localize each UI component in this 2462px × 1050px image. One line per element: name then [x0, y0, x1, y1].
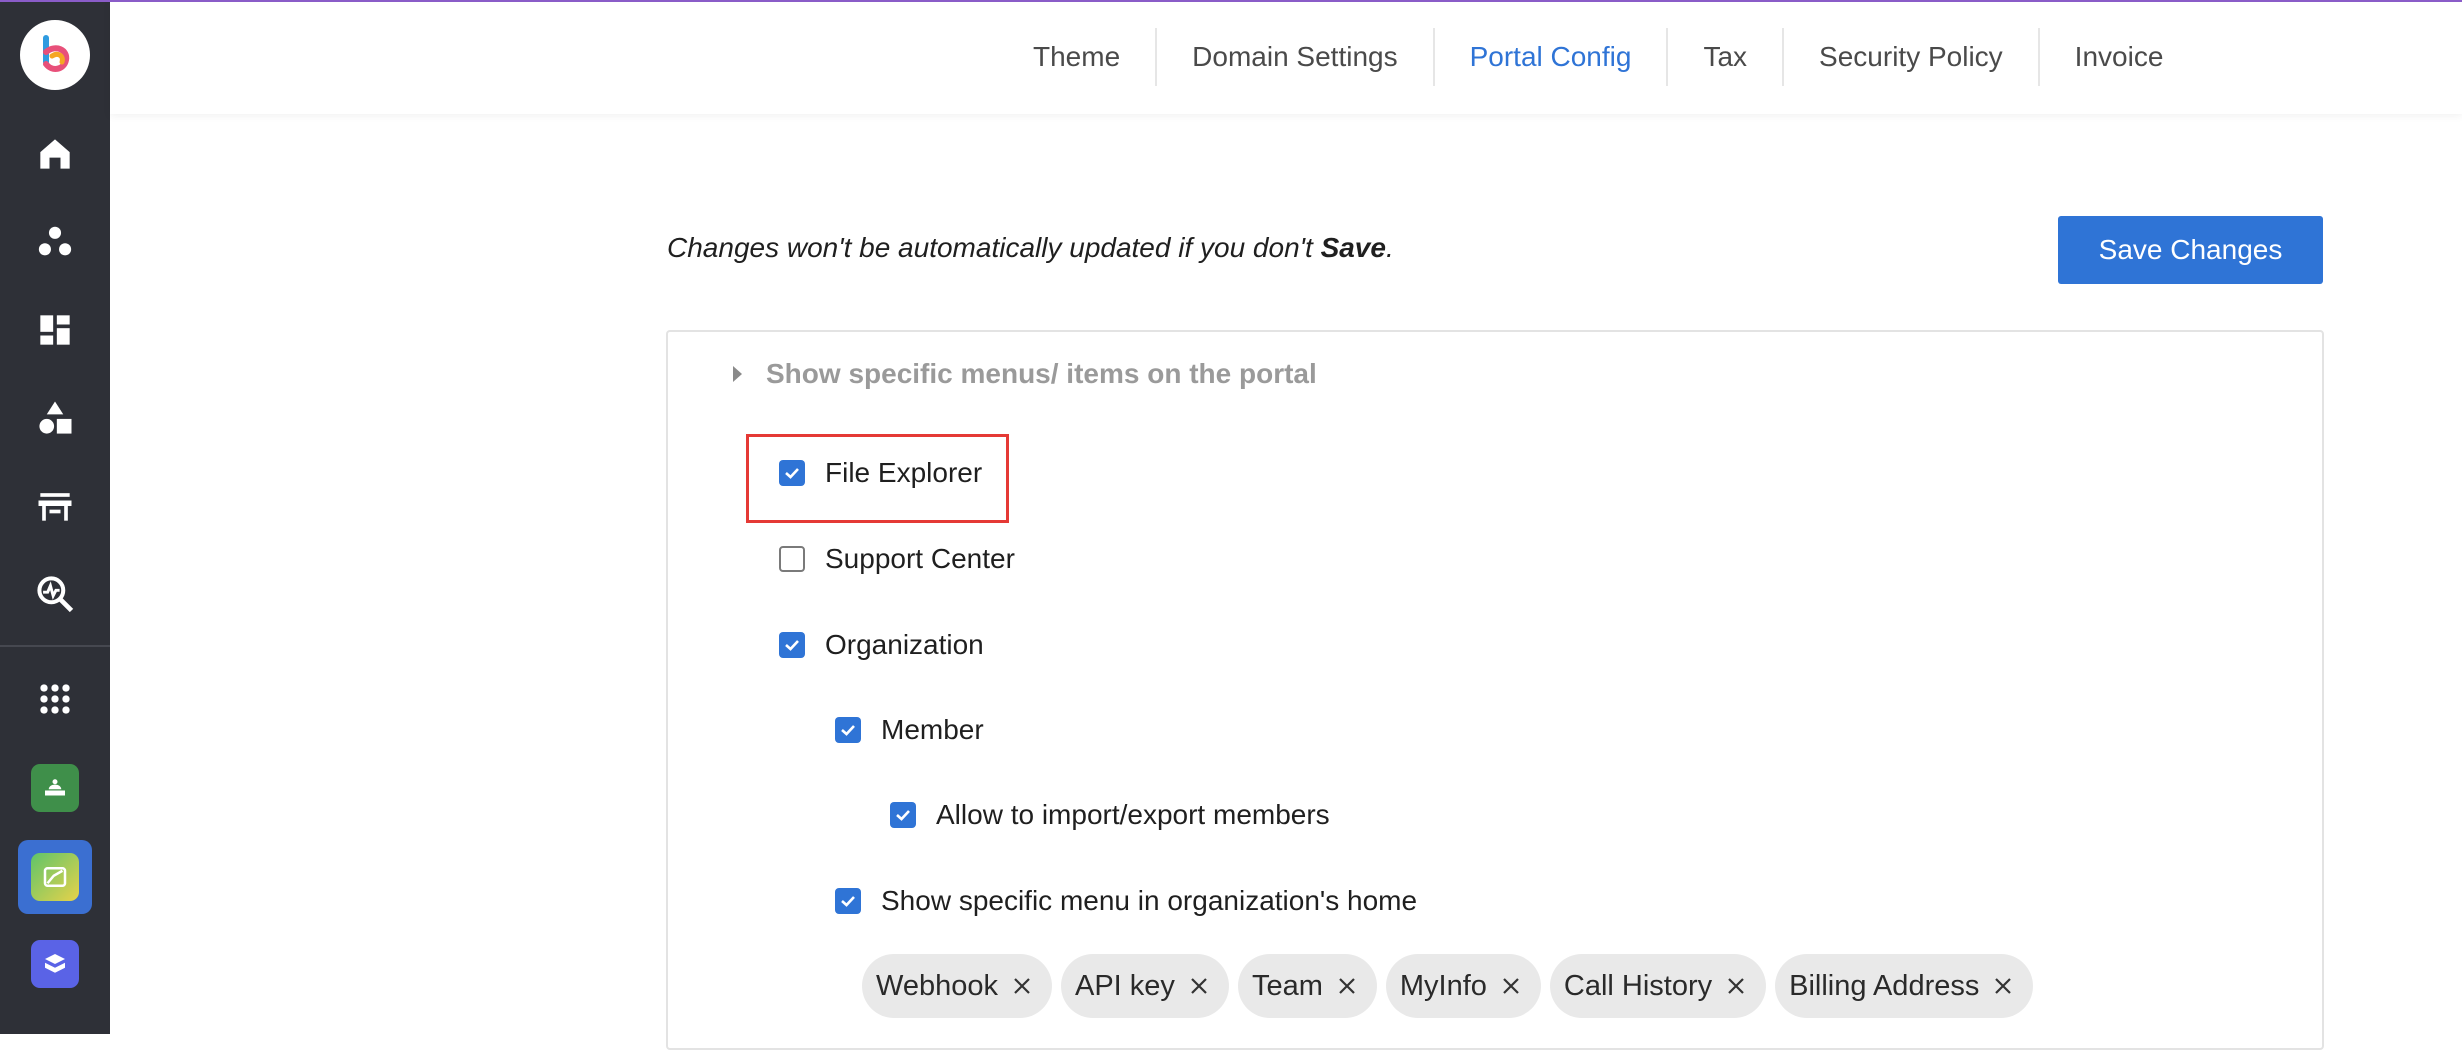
chip-team: Team [1237, 954, 1377, 1018]
chip-api-key: API key [1061, 954, 1229, 1018]
chip-label: MyInfo [1399, 969, 1487, 1002]
top-tab-bar: Theme Domain Settings Portal Config Tax … [110, 0, 2462, 114]
member-label: Member [881, 714, 984, 745]
org-home-menu-checkbox[interactable] [835, 888, 861, 914]
close-icon[interactable] [1991, 974, 2015, 998]
option-file-explorer[interactable]: File Explorer [779, 457, 982, 489]
tab-theme[interactable]: Theme [998, 28, 1155, 86]
chip-label: Billing Address [1789, 969, 1980, 1002]
close-icon[interactable] [1724, 974, 1748, 998]
image-app-icon[interactable] [31, 853, 79, 901]
chip-billing-address: Billing Address [1775, 954, 2034, 1018]
import-export-label: Allow to import/export members [936, 799, 1330, 830]
caret-right-icon [733, 366, 742, 382]
org-home-menu-label: Show specific menu in organization's hom… [881, 885, 1418, 916]
settings-tabs: Theme Domain Settings Portal Config Tax … [998, 28, 2198, 86]
apps-grid-icon[interactable] [25, 669, 85, 729]
tab-domain-settings[interactable]: Domain Settings [1155, 28, 1432, 86]
logo-icon [43, 35, 70, 72]
note-prefix: Changes won't be automatically updated i… [667, 232, 1321, 263]
member-checkbox[interactable] [835, 717, 861, 743]
close-icon[interactable] [1335, 974, 1359, 998]
top-accent-line [0, 0, 2462, 2]
chip-label: Team [1251, 969, 1323, 1002]
option-import-export-members[interactable]: Allow to import/export members [890, 799, 1330, 831]
dashboard-icon[interactable] [25, 300, 85, 360]
organization-label: Organization [825, 629, 984, 660]
chip-label: Call History [1563, 969, 1713, 1002]
save-reminder-note: Changes won't be automatically updated i… [667, 232, 1394, 264]
chip-webhook: Webhook [862, 954, 1052, 1018]
box-app-icon[interactable] [31, 940, 79, 988]
file-explorer-checkbox[interactable] [779, 460, 805, 486]
option-organization[interactable]: Organization [779, 629, 984, 661]
file-explorer-label: File Explorer [825, 457, 983, 488]
option-org-home-menu[interactable]: Show specific menu in organization's hom… [835, 885, 1417, 917]
save-changes-button[interactable]: Save Changes [2058, 216, 2323, 284]
option-member[interactable]: Member [835, 714, 984, 746]
shapes-icon[interactable] [25, 388, 85, 448]
note-save-word: Save [1320, 232, 1386, 263]
section-title: Show specific menus/ items on the portal [766, 358, 1317, 389]
brand-logo[interactable] [20, 20, 90, 90]
analytics-search-icon[interactable] [25, 564, 85, 624]
tab-portal-config[interactable]: Portal Config [1432, 28, 1667, 86]
chip-call-history: Call History [1549, 954, 1767, 1018]
chip-label: API key [1075, 969, 1175, 1002]
home-icon[interactable] [25, 124, 85, 184]
import-export-checkbox[interactable] [890, 802, 916, 828]
menu-visibility-section-toggle[interactable]: Show specific menus/ items on the portal [733, 358, 1317, 390]
close-icon[interactable] [1010, 974, 1034, 998]
support-center-label: Support Center [825, 543, 1015, 574]
store-icon[interactable] [25, 476, 85, 536]
close-icon[interactable] [1187, 974, 1211, 998]
tab-invoice[interactable]: Invoice [2037, 28, 2199, 86]
support-center-checkbox[interactable] [779, 546, 805, 572]
chip-label: Webhook [876, 969, 998, 1002]
groups-icon[interactable] [25, 212, 85, 272]
sidebar [0, 0, 110, 1034]
organization-checkbox[interactable] [779, 632, 805, 658]
option-support-center[interactable]: Support Center [779, 543, 1015, 575]
close-icon[interactable] [1499, 974, 1523, 998]
chip-myinfo: MyInfo [1385, 954, 1541, 1018]
sidebar-divider [0, 645, 110, 647]
selected-menu-chips: Webhook API key Team MyInfo Call History… [862, 954, 2034, 1018]
tab-tax[interactable]: Tax [1666, 28, 1782, 86]
tab-security-policy[interactable]: Security Policy [1782, 28, 2038, 86]
note-suffix: . [1385, 232, 1394, 263]
green-app-icon[interactable] [31, 764, 79, 812]
